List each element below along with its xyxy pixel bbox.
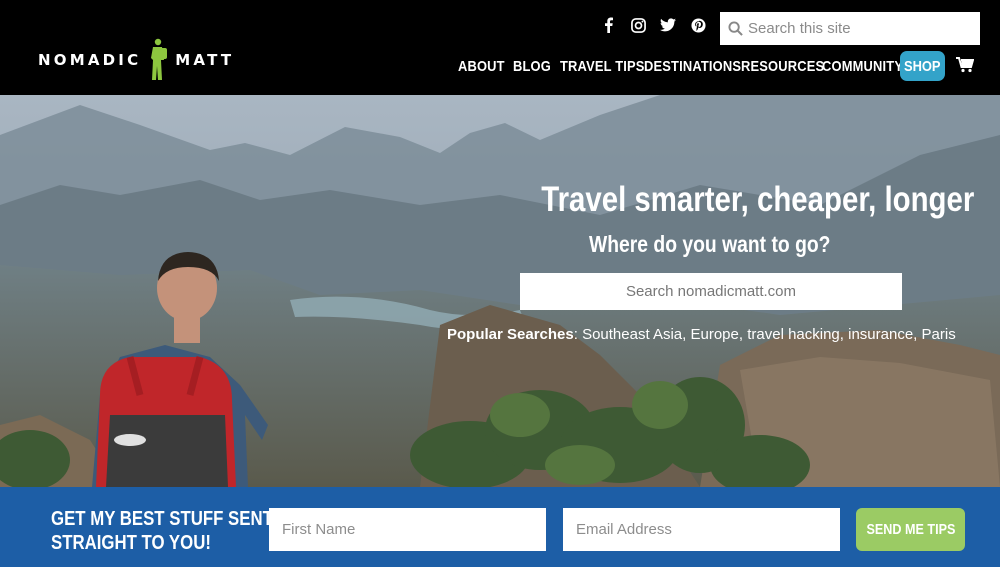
nav-item-travel-tips[interactable]: TRAVEL TIPS bbox=[560, 58, 645, 75]
popular-searches-label: Popular Searches bbox=[447, 326, 574, 343]
popular-searches: Popular Searches: Southeast Asia, Europe… bbox=[447, 326, 956, 343]
hiker-silhouette-icon bbox=[151, 38, 168, 80]
popular-link-travel-hacking[interactable]: travel hacking bbox=[747, 326, 840, 343]
site-header: NOMADIC MATT ABOUT BLOG TRAVEL TIPS DEST… bbox=[0, 0, 1000, 95]
search-icon bbox=[728, 21, 743, 36]
site-search-input[interactable] bbox=[748, 20, 968, 37]
logo-text-right: MATT bbox=[175, 51, 235, 69]
instagram-icon[interactable] bbox=[630, 16, 646, 34]
shop-label: SHOP bbox=[904, 57, 941, 75]
popular-link-europe[interactable]: Europe bbox=[691, 326, 739, 343]
nav-item-community[interactable]: COMMUNITY bbox=[822, 58, 903, 75]
email-field[interactable] bbox=[563, 508, 840, 551]
social-links bbox=[600, 16, 706, 34]
first-name-field[interactable] bbox=[269, 508, 546, 551]
hero-headline: Travel smarter, cheaper, longer bbox=[541, 180, 975, 219]
newsletter-signup-bar: GET MY BEST STUFF SENT STRAIGHT TO YOU! … bbox=[0, 487, 1000, 567]
nav-item-destinations[interactable]: DESTINATIONS bbox=[644, 58, 741, 75]
hero-section: Travel smarter, cheaper, longer Where do… bbox=[0, 95, 1000, 487]
hero-subheadline: Where do you want to go? bbox=[589, 231, 831, 257]
pinterest-icon[interactable] bbox=[690, 16, 706, 34]
shopping-cart-icon[interactable] bbox=[956, 57, 974, 73]
site-logo[interactable]: NOMADIC MATT bbox=[38, 38, 234, 82]
nav-item-about[interactable]: ABOUT bbox=[458, 58, 505, 75]
twitter-icon[interactable] bbox=[660, 16, 676, 34]
logo-text-left: NOMADIC bbox=[38, 51, 142, 69]
shop-button[interactable]: SHOP bbox=[900, 51, 945, 81]
popular-link-insurance[interactable]: insurance bbox=[848, 326, 913, 343]
facebook-icon[interactable] bbox=[600, 16, 616, 34]
nav-item-resources[interactable]: RESOURCES bbox=[741, 58, 824, 75]
site-search-box bbox=[720, 12, 980, 45]
popular-link-paris[interactable]: Paris bbox=[922, 326, 956, 343]
send-me-tips-button[interactable]: SEND ME TIPS bbox=[856, 508, 965, 551]
hero-search-input[interactable] bbox=[520, 273, 902, 310]
popular-link-southeast-asia[interactable]: Southeast Asia bbox=[582, 326, 682, 343]
nav-item-blog[interactable]: BLOG bbox=[513, 58, 551, 75]
